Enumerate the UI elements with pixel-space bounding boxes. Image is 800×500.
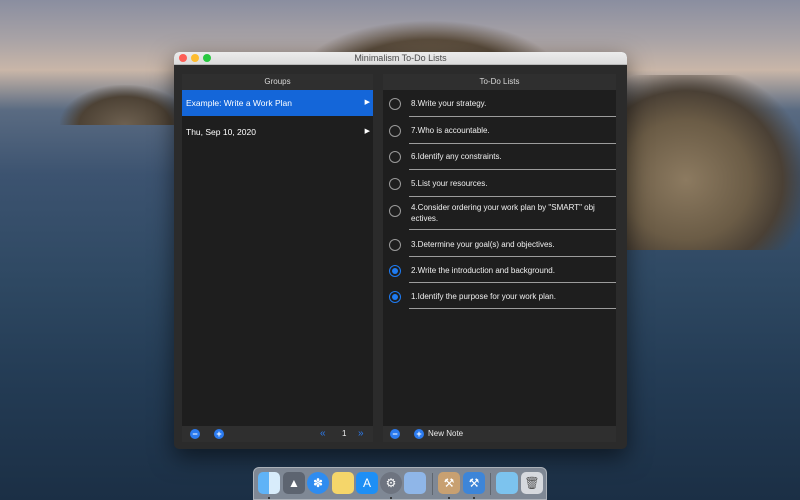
plus-icon: +	[416, 429, 422, 439]
window-title: Minimalism To-Do Lists	[354, 53, 447, 63]
dock-separator	[432, 473, 433, 495]
todo-text[interactable]: 5.List your resources.	[411, 178, 607, 189]
running-indicator	[390, 497, 392, 499]
groups-pane: Groups Example: Write a Work Plan ▶ Thu,…	[182, 74, 373, 442]
minus-icon: −	[392, 429, 398, 439]
groups-header: Groups	[182, 74, 373, 90]
todo-text[interactable]: 2.Write the introduction and background.	[411, 265, 607, 276]
todo-item[interactable]: 3.Determine your goal(s) and objectives.	[383, 231, 616, 259]
system-preferences-icon[interactable]: ⚙	[380, 472, 402, 494]
next-page-button[interactable]: »	[358, 428, 364, 440]
todo-text[interactable]: 8.Write your strategy.	[411, 98, 607, 109]
running-indicator	[473, 497, 475, 499]
disclosure-arrow-icon: ▶	[364, 128, 370, 135]
double-chevron-left-icon: «	[320, 428, 326, 439]
todo-footer: − + New Note	[383, 426, 616, 442]
todo-item[interactable]: 6.Identify any constraints.	[383, 143, 616, 171]
todo-text[interactable]: 6.Identify any constraints.	[411, 151, 607, 162]
todo-underline	[409, 229, 616, 230]
safari-icon[interactable]: ✽	[307, 472, 329, 494]
new-note-label[interactable]: New Note	[428, 429, 463, 438]
downloads-folder-icon[interactable]	[496, 472, 518, 494]
double-chevron-right-icon: »	[358, 428, 364, 439]
xcode-icon[interactable]: ⚒	[463, 472, 485, 494]
remove-note-button[interactable]: −	[390, 429, 400, 439]
todo-checkbox[interactable]	[389, 205, 401, 217]
todo-pane: To-Do Lists 8.Write your strategy. 7.Who…	[383, 74, 616, 442]
add-group-button[interactable]: +	[214, 429, 224, 439]
group-item[interactable]: Thu, Sep 10, 2020 ▶	[182, 119, 373, 145]
running-indicator	[268, 497, 270, 499]
remove-group-button[interactable]: −	[190, 429, 200, 439]
title-bar[interactable]: Minimalism To-Do Lists	[174, 52, 627, 65]
group-item-label: Thu, Sep 10, 2020	[186, 127, 256, 137]
finder-icon[interactable]	[258, 472, 280, 494]
group-item[interactable]: Example: Write a Work Plan ▶	[182, 90, 373, 116]
app-store-icon[interactable]: A	[356, 472, 378, 494]
launchpad-icon[interactable]: ▲	[283, 472, 305, 494]
group-item-label: Example: Write a Work Plan	[186, 98, 292, 108]
todo-underline	[409, 308, 616, 309]
todo-text[interactable]: 7.Who is accountable.	[411, 125, 607, 136]
desktop-wallpaper-island-left	[60, 85, 190, 125]
instruments-icon[interactable]: ⚒	[438, 472, 460, 494]
minus-icon: −	[192, 429, 198, 439]
todo-text[interactable]: 4.Consider ordering your work plan by "S…	[411, 202, 607, 224]
trash-icon[interactable]: 🗑	[521, 472, 543, 494]
preview-icon[interactable]	[404, 472, 426, 494]
plus-icon: +	[216, 429, 222, 439]
dock: ▲ ✽ A ⚙ ⚒ ⚒ 🗑	[253, 467, 547, 500]
notes-icon[interactable]	[332, 472, 354, 494]
todo-checkbox[interactable]	[389, 98, 401, 110]
todo-item[interactable]: 2.Write the introduction and background.	[383, 257, 616, 285]
todo-checkbox[interactable]	[389, 178, 401, 190]
todo-checkbox[interactable]	[389, 239, 401, 251]
todo-checkbox[interactable]	[389, 151, 401, 163]
dock-separator	[490, 473, 491, 495]
todo-item[interactable]: 4.Consider ordering your work plan by "S…	[383, 196, 616, 234]
groups-footer: − + « 1 »	[182, 426, 373, 442]
todo-checkbox[interactable]	[389, 125, 401, 137]
todo-item[interactable]: 1.Identify the purpose for your work pla…	[383, 283, 616, 311]
desktop-wallpaper-cliff	[610, 75, 800, 250]
disclosure-arrow-icon: ▶	[364, 99, 370, 106]
previous-page-button[interactable]: «	[320, 428, 326, 440]
add-note-button[interactable]: +	[414, 429, 424, 439]
todo-item[interactable]: 7.Who is accountable.	[383, 117, 616, 145]
todo-header: To-Do Lists	[383, 74, 616, 90]
app-window: Minimalism To-Do Lists Groups Example: W…	[174, 52, 627, 449]
todo-text[interactable]: 3.Determine your goal(s) and objectives.	[411, 239, 607, 250]
todo-item[interactable]: 5.List your resources.	[383, 170, 616, 198]
page-number: 1	[342, 429, 347, 438]
todo-text[interactable]: 1.Identify the purpose for your work pla…	[411, 291, 607, 302]
todo-checkbox-checked[interactable]	[389, 265, 401, 277]
running-indicator	[448, 497, 450, 499]
todo-item[interactable]: 8.Write your strategy.	[383, 90, 616, 118]
todo-checkbox-checked[interactable]	[389, 291, 401, 303]
